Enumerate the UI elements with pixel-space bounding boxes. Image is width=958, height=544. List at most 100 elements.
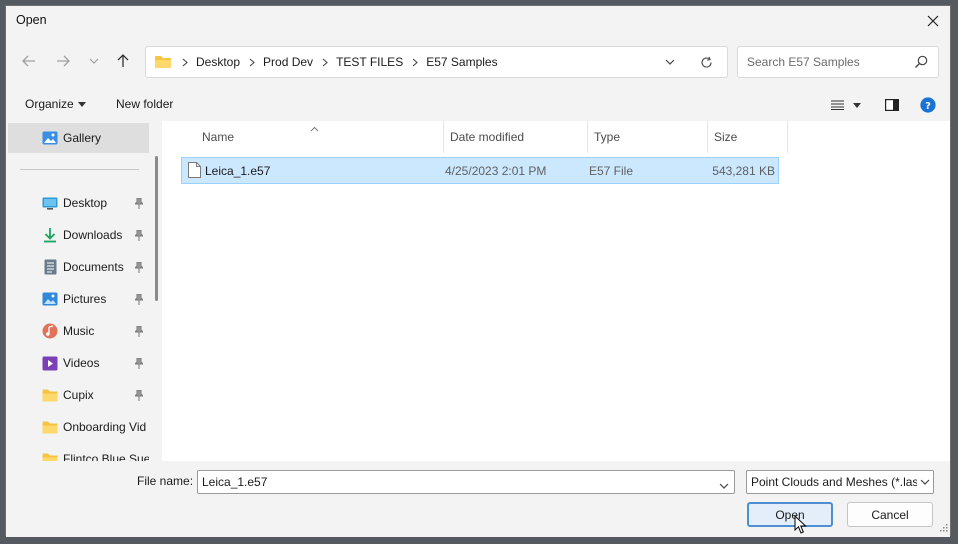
column-header-label: Name bbox=[202, 130, 235, 144]
chevron-down-icon bbox=[77, 101, 86, 107]
pin-icon bbox=[134, 293, 144, 305]
sidebar-item-music[interactable]: Music bbox=[8, 316, 149, 346]
column-header-type[interactable]: Type bbox=[594, 121, 620, 153]
sidebar-item-pictures[interactable]: Pictures bbox=[8, 284, 149, 314]
sidebar-item-onboarding-vid[interactable]: Onboarding Vid bbox=[8, 412, 149, 442]
file-type: E57 File bbox=[589, 164, 634, 178]
column-header-date-modified[interactable]: Date modified bbox=[450, 121, 524, 153]
breadcrumb-e57-samples[interactable]: E57 Samples bbox=[421, 55, 502, 69]
search-input[interactable]: Search E57 Samples bbox=[737, 46, 939, 78]
navigation-bar: Desktop Prod Dev TEST FILES E57 Samples … bbox=[6, 44, 950, 80]
open-button[interactable]: Open bbox=[747, 502, 833, 527]
column-header-label: Type bbox=[594, 130, 621, 144]
pictures-icon bbox=[42, 291, 58, 307]
chevron-right-icon[interactable] bbox=[247, 58, 256, 67]
chevron-right-icon[interactable] bbox=[180, 58, 189, 67]
sidebar-divider bbox=[20, 169, 139, 170]
file-icon bbox=[188, 162, 201, 181]
sidebar-item-downloads[interactable]: Downloads bbox=[8, 220, 149, 250]
address-bar[interactable]: Desktop Prod Dev TEST FILES E57 Samples bbox=[145, 46, 728, 78]
file-name-field[interactable]: Leica_1.e57 bbox=[197, 470, 735, 494]
file-name-label: File name: bbox=[137, 474, 194, 488]
svg-text:?: ? bbox=[925, 101, 931, 112]
list-view-icon bbox=[831, 100, 844, 110]
folder-icon bbox=[42, 387, 58, 403]
gallery-icon bbox=[42, 130, 58, 146]
file-row-selected[interactable]: Leica_1.e57 4/25/2023 2:01 PM E57 File 5… bbox=[181, 157, 779, 184]
sidebar-item-label: Videos bbox=[63, 356, 100, 370]
help-icon[interactable]: ? bbox=[920, 96, 936, 114]
mouse-cursor-icon bbox=[794, 514, 807, 538]
up-icon[interactable] bbox=[110, 48, 136, 74]
sidebar-item-label: Music bbox=[63, 324, 95, 338]
command-bar: Organize New folder ? bbox=[6, 92, 950, 118]
navigation-pane: Gallery Desktop Downloads Documents Pict… bbox=[8, 121, 149, 461]
window-title: Open bbox=[16, 13, 47, 27]
address-dropdown-icon[interactable] bbox=[660, 52, 680, 72]
sidebar-item-flintco-blue-sue[interactable]: Flintco Blue Sue bbox=[8, 444, 149, 461]
search-icon[interactable] bbox=[914, 55, 928, 69]
column-header-name[interactable]: Name bbox=[202, 121, 234, 153]
sort-ascending-icon bbox=[310, 121, 319, 135]
sidebar-item-label: Desktop bbox=[63, 196, 108, 210]
sidebar-item-label: Gallery bbox=[63, 131, 102, 145]
column-header-size[interactable]: Size bbox=[714, 121, 737, 153]
breadcrumb-test-files[interactable]: TEST FILES bbox=[331, 55, 408, 69]
new-folder-button[interactable]: New folder bbox=[116, 97, 173, 111]
breadcrumb: Desktop Prod Dev TEST FILES E57 Samples bbox=[154, 47, 503, 77]
sidebar-item-label: Flintco Blue Sue bbox=[63, 452, 149, 461]
column-divider[interactable] bbox=[707, 121, 708, 153]
chevron-down-icon bbox=[853, 102, 861, 108]
downloads-icon bbox=[42, 227, 58, 243]
sidebar-item-documents[interactable]: Documents bbox=[8, 252, 149, 282]
file-name-value: Leica_1.e57 bbox=[202, 475, 268, 489]
close-icon[interactable] bbox=[918, 7, 948, 35]
sidebar-item-label: Cupix bbox=[63, 388, 94, 402]
file-type-value: Point Clouds and Meshes (*.las, bbox=[751, 475, 922, 489]
file-type-select[interactable]: Point Clouds and Meshes (*.las, bbox=[746, 470, 934, 494]
pin-icon bbox=[134, 229, 144, 241]
organize-button[interactable]: Organize bbox=[25, 97, 86, 111]
sidebar-item-desktop[interactable]: Desktop bbox=[8, 188, 149, 218]
forward-icon[interactable] bbox=[50, 48, 76, 74]
refresh-icon[interactable] bbox=[695, 51, 717, 73]
pin-icon bbox=[134, 389, 144, 401]
cancel-button[interactable]: Cancel bbox=[847, 502, 933, 527]
pin-icon bbox=[134, 357, 144, 369]
breadcrumb-prod-dev[interactable]: Prod Dev bbox=[258, 55, 318, 69]
chevron-down-icon[interactable] bbox=[917, 471, 933, 493]
videos-icon bbox=[42, 355, 58, 371]
resize-grip-icon[interactable] bbox=[938, 521, 948, 535]
column-header-label: Date modified bbox=[450, 130, 525, 144]
sidebar-item-cupix[interactable]: Cupix bbox=[8, 380, 149, 410]
preview-pane-icon[interactable] bbox=[885, 96, 899, 114]
breadcrumb-desktop[interactable]: Desktop bbox=[191, 55, 245, 69]
column-divider[interactable] bbox=[587, 121, 588, 153]
recent-locations-chevron-icon[interactable] bbox=[81, 48, 107, 74]
documents-icon bbox=[42, 259, 58, 275]
back-icon[interactable] bbox=[16, 48, 42, 74]
sidebar-item-label: Pictures bbox=[63, 292, 107, 306]
dialog-footer: File name: Leica_1.e57 Point Clouds and … bbox=[6, 461, 950, 537]
chevron-right-icon[interactable] bbox=[410, 58, 419, 67]
file-date-modified: 4/25/2023 2:01 PM bbox=[445, 164, 547, 178]
pin-icon bbox=[134, 261, 144, 273]
column-divider[interactable] bbox=[787, 121, 788, 153]
sidebar-item-label: Onboarding Vid bbox=[63, 420, 147, 434]
search-placeholder: Search E57 Samples bbox=[747, 55, 860, 69]
sidebar-item-videos[interactable]: Videos bbox=[8, 348, 149, 378]
pin-icon bbox=[134, 197, 144, 209]
sidebar-scrollbar[interactable] bbox=[155, 156, 158, 301]
folder-icon bbox=[42, 419, 58, 435]
folder-icon bbox=[42, 451, 58, 461]
music-icon bbox=[42, 323, 58, 339]
cancel-button-label: Cancel bbox=[871, 507, 909, 522]
pin-icon bbox=[134, 325, 144, 337]
column-divider[interactable] bbox=[443, 121, 444, 153]
organize-label: Organize bbox=[25, 97, 74, 111]
title-bar: Open bbox=[6, 6, 950, 36]
sidebar-item-gallery[interactable]: Gallery bbox=[8, 123, 149, 153]
chevron-right-icon[interactable] bbox=[320, 58, 329, 67]
chevron-down-icon[interactable] bbox=[719, 478, 729, 492]
view-options-button[interactable] bbox=[831, 96, 861, 114]
